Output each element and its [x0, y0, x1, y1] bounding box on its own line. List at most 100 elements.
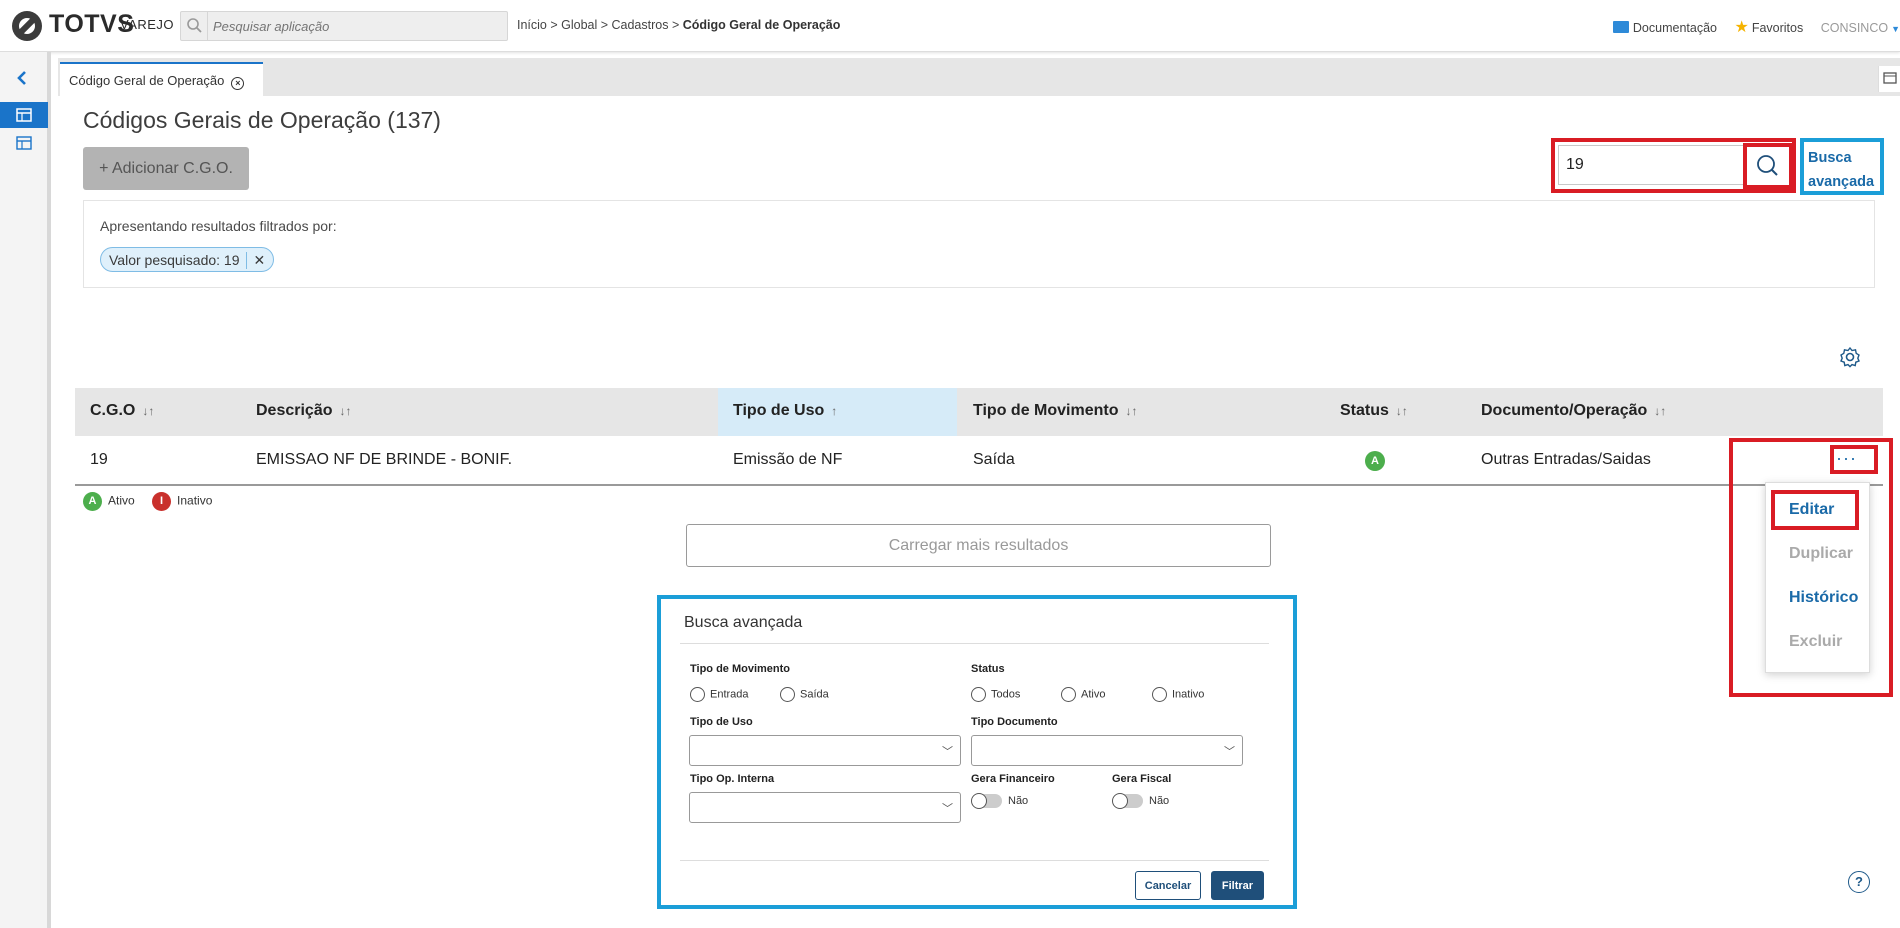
- advanced-search-link[interactable]: Busca avançada: [1808, 146, 1876, 194]
- radio-inativo[interactable]: Inativo: [1152, 687, 1204, 702]
- chevron-down-icon: ﹀: [942, 803, 953, 815]
- load-more-button[interactable]: Carregar mais resultados: [686, 524, 1271, 567]
- tab-overflow-icon[interactable]: [1878, 66, 1900, 92]
- row-divider: [75, 484, 1883, 486]
- sort-icon: ↓↑: [1654, 404, 1667, 418]
- column-documento[interactable]: Documento/Operação ↓↑: [1481, 402, 1666, 420]
- label-gera-fiscal: Gera Fiscal: [1112, 773, 1172, 785]
- toggle-switch-icon: [971, 793, 1002, 809]
- label-status: Status: [971, 663, 1005, 675]
- chevron-down-icon: ﹀: [1224, 746, 1235, 758]
- favorites-link[interactable]: Favoritos: [1752, 21, 1803, 35]
- radio-circle-icon: [1061, 687, 1076, 702]
- label-tipo-op-interna: Tipo Op. Interna: [690, 773, 775, 785]
- status-legend: A Ativo I Inativo: [83, 492, 212, 511]
- user-menu[interactable]: CONSINCO: [1821, 21, 1888, 35]
- select-tipo-documento[interactable]: ﹀: [971, 735, 1243, 766]
- select-tipo-op-interna[interactable]: ﹀: [689, 792, 961, 823]
- filter-label: Apresentando resultados filtrados por:: [100, 218, 337, 234]
- breadcrumb-current: Código Geral de Operação: [682, 18, 841, 32]
- status-badge: A: [1365, 451, 1385, 471]
- gear-icon[interactable]: [1839, 346, 1861, 373]
- add-cgo-button[interactable]: + Adicionar C.G.O.: [83, 147, 249, 190]
- sidebar-item-active[interactable]: [0, 102, 48, 128]
- cell-documento: Outras Entradas/Saidas: [1481, 451, 1651, 468]
- sort-ascending-icon: ↑: [831, 404, 838, 418]
- radio-entrada[interactable]: Entrada: [690, 687, 749, 702]
- toggle-gera-fiscal[interactable]: Não: [1112, 793, 1170, 809]
- header-links: Documentação ★ Favoritos CONSINCO ▼: [1612, 17, 1900, 37]
- filter-chip-label: Valor pesquisado: 19: [109, 252, 240, 268]
- app-search-input[interactable]: [213, 17, 493, 35]
- cell-cgo: 19: [90, 451, 108, 468]
- totvs-logo-icon[interactable]: [12, 11, 42, 41]
- column-tipo-movimento-label: Tipo de Movimento: [973, 402, 1119, 419]
- toggle-gera-fiscal-label: Não: [1149, 794, 1170, 807]
- page-title: Códigos Gerais de Operação (137): [83, 107, 441, 133]
- radio-ativo-label: Ativo: [1081, 688, 1106, 701]
- column-tipo-movimento[interactable]: Tipo de Movimento ↓↑: [973, 402, 1137, 420]
- label-tipo-documento: Tipo Documento: [971, 716, 1058, 728]
- highlight-editar: [1771, 490, 1859, 530]
- remove-filter-icon[interactable]: ✕: [245, 252, 265, 269]
- tab-label: Código Geral de Operação: [69, 73, 225, 88]
- search-button[interactable]: [1743, 143, 1793, 189]
- help-icon[interactable]: ?: [1848, 871, 1870, 893]
- sidebar: [0, 52, 51, 928]
- label-tipo-uso: Tipo de Uso: [690, 716, 753, 728]
- radio-saida[interactable]: Saída: [780, 687, 829, 702]
- radio-circle-icon: [690, 687, 705, 702]
- radio-circle-icon: [971, 687, 986, 702]
- radio-entrada-label: Entrada: [710, 688, 749, 701]
- filter-button[interactable]: Filtrar: [1211, 871, 1264, 900]
- chevron-down-icon[interactable]: ▼: [1891, 24, 1900, 34]
- toggle-gera-financeiro-label: Não: [1008, 794, 1029, 807]
- cancel-button[interactable]: Cancelar: [1135, 871, 1201, 900]
- label-gera-financeiro: Gera Financeiro: [971, 773, 1055, 785]
- breadcrumb-path[interactable]: Início > Global > Cadastros >: [517, 18, 683, 32]
- radio-inativo-label: Inativo: [1172, 688, 1205, 701]
- column-tipo-uso-label: Tipo de Uso: [733, 402, 825, 419]
- documentation-link[interactable]: Documentação: [1633, 21, 1717, 35]
- brand-subtitle: VAREJO: [120, 17, 175, 32]
- chevron-down-icon: ﹀: [942, 746, 953, 758]
- column-tipo-uso[interactable]: Tipo de Uso ↑: [733, 402, 837, 420]
- advanced-search-title: Busca avançada: [684, 614, 803, 631]
- menu-item-duplicar[interactable]: Duplicar: [1789, 545, 1853, 563]
- cell-tipo-movimento: Saída: [973, 451, 1015, 468]
- sidebar-item-table-icon[interactable]: [16, 136, 32, 155]
- cell-tipo-uso: Emissão de NF: [733, 451, 843, 468]
- column-status-label: Status: [1340, 402, 1389, 419]
- top-bar: TOTVS VAREJO Início > Global > Cadastros…: [0, 0, 1900, 52]
- menu-item-excluir[interactable]: Excluir: [1789, 633, 1842, 651]
- toggle-gera-financeiro[interactable]: Não: [971, 793, 1029, 809]
- tab-codigo-geral[interactable]: Código Geral de Operação ×: [60, 62, 263, 96]
- column-documento-label: Documento/Operação: [1481, 402, 1648, 419]
- column-cgo-label: C.G.O: [90, 402, 136, 419]
- divider: [680, 643, 1269, 644]
- inactive-legend-label: Inativo: [177, 493, 213, 508]
- app-search-box[interactable]: [180, 11, 508, 41]
- column-descricao[interactable]: Descrição ↓↑: [256, 402, 352, 420]
- sort-icon: ↓↑: [1125, 404, 1138, 418]
- select-tipo-uso[interactable]: ﹀: [689, 735, 961, 766]
- active-legend-label: Ativo: [108, 493, 135, 508]
- radio-circle-icon: [1152, 687, 1167, 702]
- radio-todos-label: Todos: [991, 688, 1021, 701]
- menu-item-historico[interactable]: Histórico: [1789, 589, 1858, 607]
- radio-todos[interactable]: Todos: [971, 687, 1020, 702]
- column-cgo[interactable]: C.G.O ↓↑: [90, 402, 154, 420]
- star-icon: ★: [1734, 19, 1749, 36]
- column-status[interactable]: Status ↓↑: [1340, 402, 1408, 420]
- cell-descricao: EMISSAO NF DE BRINDE - BONIF.: [256, 451, 513, 468]
- close-tab-icon[interactable]: ×: [231, 77, 245, 90]
- tab-strip: [58, 58, 1900, 96]
- sort-icon: ↓↑: [1395, 404, 1408, 418]
- collapse-sidebar-icon[interactable]: [14, 70, 30, 91]
- radio-ativo[interactable]: Ativo: [1061, 687, 1105, 702]
- label-tipo-movimento: Tipo de Movimento: [690, 663, 791, 675]
- active-legend-badge: A: [83, 492, 102, 511]
- divider: [680, 860, 1269, 861]
- radio-circle-icon: [780, 687, 795, 702]
- breadcrumb: Início > Global > Cadastros > Código Ger…: [517, 18, 840, 32]
